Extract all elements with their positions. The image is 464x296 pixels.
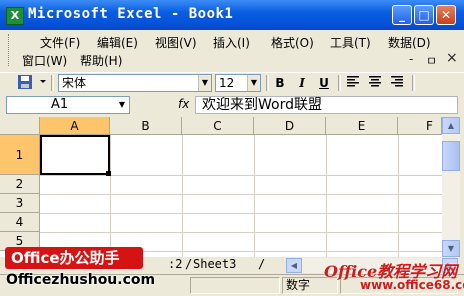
- tab-divider: /: [258, 257, 266, 271]
- font-size-select[interactable]: 12 ▼: [215, 74, 261, 92]
- vertical-scrollbar[interactable]: ▲ ▼: [442, 117, 460, 257]
- gridline: [398, 135, 399, 257]
- menu-window[interactable]: 窗口(W): [22, 52, 67, 69]
- minimize-button[interactable]: _: [392, 5, 412, 25]
- watermark-url-left: Officezhushou.com: [6, 272, 156, 288]
- excel-window: X Microsoft Excel - Book1 _ □ ✕ 文件(F) 编辑…: [0, 0, 464, 296]
- column-header-f[interactable]: F: [398, 117, 442, 135]
- active-cell-a1[interactable]: [40, 135, 110, 175]
- chevron-down-icon[interactable]: ▼: [119, 97, 125, 113]
- excel-app-icon[interactable]: X: [6, 7, 24, 25]
- save-icon[interactable]: [16, 74, 34, 92]
- row-header-4[interactable]: 4: [0, 213, 40, 232]
- select-all-corner[interactable]: [0, 117, 40, 135]
- toolbar-separator: [338, 75, 341, 91]
- column-header-d[interactable]: D: [254, 117, 326, 135]
- font-size-value: 12: [219, 76, 235, 90]
- row-header-1[interactable]: 1: [0, 135, 40, 175]
- title-bar[interactable]: X Microsoft Excel - Book1 _ □ ✕: [0, 0, 464, 30]
- gridline: [254, 135, 255, 257]
- menu-grip[interactable]: [8, 34, 12, 66]
- doc-minimize-button[interactable]: -: [409, 52, 413, 66]
- formula-bar: A1 ▼ fx 欢迎来到Word联盟: [0, 95, 464, 115]
- toolbar-separator: [51, 75, 54, 91]
- column-header-c[interactable]: C: [182, 117, 254, 135]
- align-center-icon[interactable]: [366, 74, 384, 92]
- chevron-down-icon[interactable]: ▼: [198, 75, 211, 91]
- status-cell: [190, 277, 280, 294]
- gridline: [40, 194, 442, 195]
- sheet-tab-sheet2[interactable]: :2: [168, 257, 182, 272]
- worksheet-grid[interactable]: A B C D E F 1 2 3 4 5: [0, 117, 442, 257]
- doc-close-button[interactable]: ×: [446, 50, 458, 66]
- formatting-toolbar: 宋体 ▼ 12 ▼ B I U: [0, 72, 464, 95]
- gridline: [326, 135, 327, 257]
- gridline: [40, 232, 442, 233]
- toolbar-separator: [266, 75, 269, 91]
- gridline: [40, 175, 442, 176]
- toolbar-options-icon[interactable]: [38, 74, 48, 92]
- bold-button[interactable]: B: [271, 74, 289, 92]
- menu-edit[interactable]: 编辑(E): [97, 34, 138, 51]
- tab-divider: /: [185, 257, 193, 271]
- menu-data[interactable]: 数据(D): [388, 34, 431, 51]
- gridline: [110, 135, 111, 257]
- menu-tools[interactable]: 工具(T): [330, 34, 371, 51]
- menu-insert[interactable]: 插入(I): [213, 34, 250, 51]
- italic-button[interactable]: I: [293, 74, 311, 92]
- scroll-up-icon[interactable]: ▲: [442, 117, 460, 134]
- insert-function-icon[interactable]: fx: [178, 97, 189, 111]
- close-button[interactable]: ✕: [436, 5, 456, 25]
- column-header-a[interactable]: A: [40, 117, 110, 135]
- menu-format[interactable]: 格式(O): [271, 34, 314, 51]
- font-name-value: 宋体: [62, 76, 87, 90]
- chevron-down-icon[interactable]: ▼: [247, 75, 260, 91]
- watermark-url-right: www.office68.com: [360, 278, 464, 292]
- menu-view[interactable]: 视图(V): [155, 34, 197, 51]
- scroll-left-icon[interactable]: ◀: [286, 258, 302, 273]
- doc-restore-button[interactable]: ㅁ: [426, 52, 437, 69]
- menu-help[interactable]: 帮助(H): [80, 52, 122, 69]
- vertical-scroll-thumb[interactable]: [442, 141, 460, 171]
- maximize-button[interactable]: □: [414, 5, 434, 25]
- gridline: [40, 213, 442, 214]
- menu-file[interactable]: 文件(F): [40, 34, 80, 51]
- name-box-value: A1: [51, 97, 69, 112]
- name-box[interactable]: A1 ▼: [6, 96, 130, 114]
- align-right-icon[interactable]: [388, 74, 406, 92]
- watermark-badge: Office办公助手: [5, 247, 143, 269]
- font-name-select[interactable]: 宋体 ▼: [58, 74, 212, 92]
- gridline: [182, 135, 183, 257]
- column-header-b[interactable]: B: [110, 117, 182, 135]
- sheet-tab-sheet3[interactable]: Sheet3: [193, 257, 236, 272]
- row-header-2[interactable]: 2: [0, 175, 40, 194]
- fill-handle[interactable]: [106, 171, 111, 176]
- formula-input[interactable]: 欢迎来到Word联盟: [195, 96, 458, 114]
- menu-bar: 文件(F) 编辑(E) 视图(V) 插入(I) 格式(O) 工具(T) 数据(D…: [0, 30, 464, 72]
- window-title: Microsoft Excel - Book1: [28, 6, 234, 22]
- row-header-3[interactable]: 3: [0, 194, 40, 213]
- align-left-icon[interactable]: [344, 74, 362, 92]
- scroll-down-icon[interactable]: ▼: [442, 240, 460, 257]
- underline-button[interactable]: U: [315, 74, 333, 92]
- toolbar-separator: [412, 75, 415, 91]
- column-header-e[interactable]: E: [326, 117, 398, 135]
